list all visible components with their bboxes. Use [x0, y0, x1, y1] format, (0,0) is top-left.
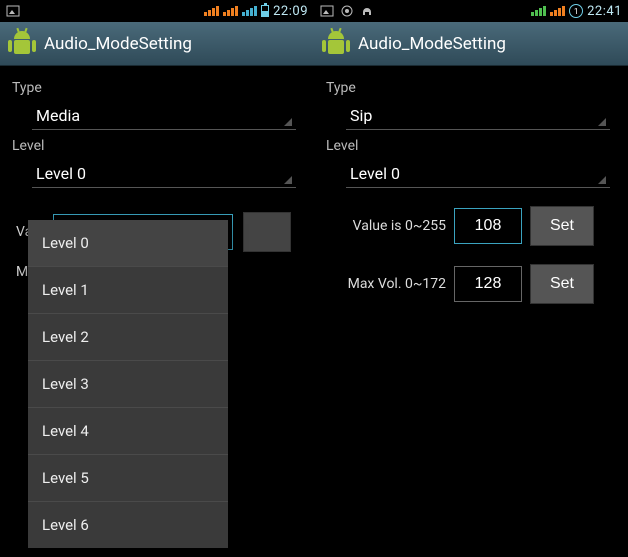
level-spinner[interactable]: Level 0	[32, 158, 296, 188]
statusbar: 1 22:41	[314, 0, 628, 22]
android-icon	[8, 29, 36, 59]
chevron-down-icon	[284, 118, 292, 126]
type-value: Media	[36, 106, 80, 125]
set-button[interactable]: Set	[530, 206, 594, 246]
appbar: Audio_ModeSetting	[314, 22, 628, 66]
appbar: Audio_ModeSetting	[0, 22, 314, 66]
screen-left: 22:09 Audio_ModeSetting Type Media Level…	[0, 0, 314, 557]
dropdown-item[interactable]: Level 0	[28, 220, 228, 267]
content: Type Sip Level Level 0 Value is 0~255 Se…	[314, 66, 628, 304]
type-label: Type	[326, 80, 616, 96]
max-label: Max Vol. 0~172	[336, 276, 446, 292]
statusbar: 22:09	[0, 0, 314, 22]
level-spinner[interactable]: Level 0	[346, 158, 610, 188]
image-icon	[320, 4, 334, 18]
value-input[interactable]	[454, 208, 522, 244]
type-spinner[interactable]: Sip	[346, 100, 610, 130]
chevron-down-icon	[598, 118, 606, 126]
dropdown-item[interactable]: Level 3	[28, 361, 228, 408]
clock: 22:41	[587, 4, 622, 19]
app-title: Audio_ModeSetting	[44, 34, 192, 54]
dropdown-item[interactable]: Level 4	[28, 408, 228, 455]
signal-icon	[242, 6, 257, 16]
value-label: Value is 0~255	[336, 218, 446, 234]
level-value: Level 0	[36, 164, 86, 183]
signal-icon	[531, 6, 546, 16]
target-icon	[340, 4, 354, 18]
level-dropdown[interactable]: Level 0 Level 1 Level 2 Level 3 Level 4 …	[28, 220, 228, 548]
set-button[interactable]	[243, 212, 291, 252]
battery-icon	[261, 5, 269, 17]
type-label: Type	[12, 80, 302, 96]
image-icon	[6, 4, 20, 18]
clock: 22:09	[273, 4, 308, 19]
screen-right: 1 22:41 Audio_ModeSetting Type Sip Level…	[314, 0, 628, 557]
signal-icon	[550, 6, 565, 16]
dropdown-item[interactable]: Level 1	[28, 267, 228, 314]
set-button[interactable]: Set	[530, 264, 594, 304]
max-input[interactable]	[454, 266, 522, 302]
signal-icon	[204, 6, 219, 16]
level-label: Level	[12, 138, 302, 154]
level-value: Level 0	[350, 164, 400, 183]
max-row: Max Vol. 0~172 Set	[336, 264, 616, 304]
chevron-down-icon	[598, 176, 606, 184]
signal-icon	[223, 6, 238, 16]
headset-icon	[360, 4, 374, 18]
dropdown-item[interactable]: Level 6	[28, 502, 228, 548]
value-row: Value is 0~255 Set	[336, 206, 616, 246]
type-spinner[interactable]: Media	[32, 100, 296, 130]
chevron-down-icon	[284, 176, 292, 184]
dropdown-item[interactable]: Level 5	[28, 455, 228, 502]
battery-circle-icon: 1	[569, 4, 583, 18]
dropdown-item[interactable]: Level 2	[28, 314, 228, 361]
app-title: Audio_ModeSetting	[358, 34, 506, 54]
level-label: Level	[326, 138, 616, 154]
android-icon	[322, 29, 350, 59]
type-value: Sip	[350, 106, 372, 125]
